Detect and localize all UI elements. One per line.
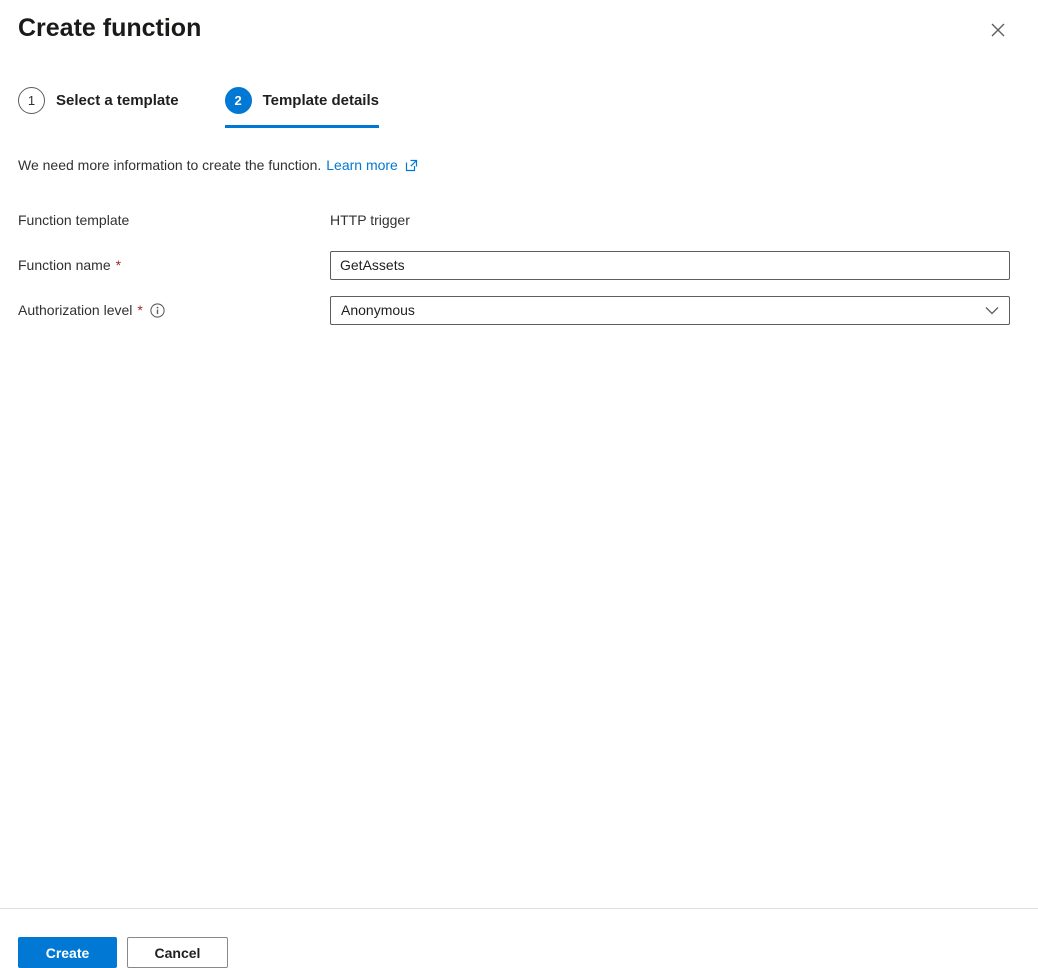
- authorization-level-label: Authorization level *: [18, 302, 330, 318]
- close-icon: [990, 26, 1006, 41]
- function-name-input[interactable]: [330, 251, 1010, 280]
- info-icon[interactable]: [150, 303, 165, 318]
- authorization-level-value: Anonymous: [341, 302, 415, 318]
- external-link-icon[interactable]: [405, 159, 418, 172]
- chevron-down-icon: [985, 306, 999, 315]
- step-2-circle: 2: [225, 87, 252, 114]
- cancel-button[interactable]: Cancel: [127, 937, 228, 968]
- learn-more-link[interactable]: Learn more: [326, 157, 398, 173]
- template-details-form: Function template HTTP trigger Function …: [18, 205, 1010, 325]
- form-row-authorization-level: Authorization level * Anonymous: [18, 295, 1010, 325]
- close-button[interactable]: [986, 18, 1010, 42]
- panel-footer: Create Cancel: [0, 908, 1038, 968]
- panel-header: Create function: [18, 14, 1010, 43]
- info-message: We need more information to create the f…: [18, 157, 1010, 173]
- step-select-template[interactable]: 1 Select a template: [18, 87, 179, 128]
- required-asterisk: *: [137, 302, 142, 318]
- function-template-value: HTTP trigger: [330, 212, 1010, 228]
- form-row-function-name: Function name *: [18, 250, 1010, 280]
- create-function-panel: Create function 1 Select a template 2 Te…: [0, 0, 1038, 325]
- step-1-circle: 1: [18, 87, 45, 114]
- form-row-function-template: Function template HTTP trigger: [18, 205, 1010, 235]
- step-1-label: Select a template: [56, 92, 179, 109]
- required-asterisk: *: [116, 257, 121, 273]
- info-text: We need more information to create the f…: [18, 157, 321, 173]
- step-2-label: Template details: [263, 92, 379, 109]
- authorization-level-select[interactable]: Anonymous: [330, 296, 1010, 325]
- wizard-steps: 1 Select a template 2 Template details: [18, 87, 1010, 128]
- function-name-label: Function name *: [18, 257, 330, 273]
- step-template-details[interactable]: 2 Template details: [225, 87, 379, 128]
- function-template-label: Function template: [18, 212, 330, 228]
- page-title: Create function: [18, 14, 201, 43]
- create-button[interactable]: Create: [18, 937, 117, 968]
